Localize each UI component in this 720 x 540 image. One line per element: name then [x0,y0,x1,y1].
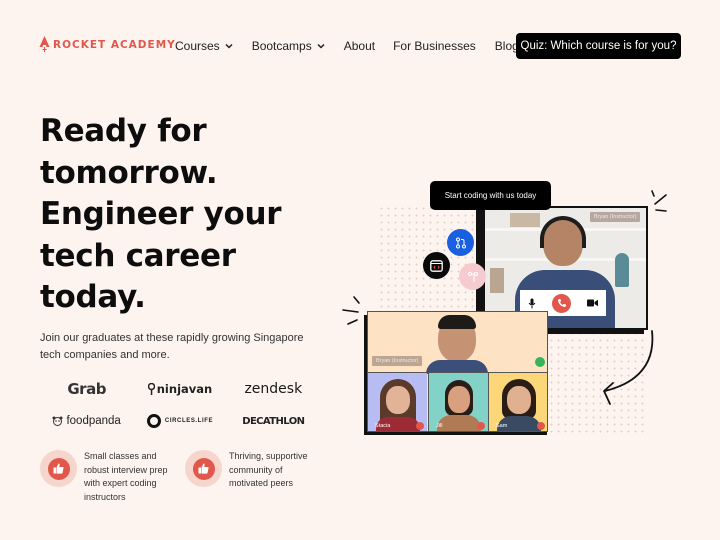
git-branch-icon [467,271,478,282]
feature-item: Small classes and robust interview prep … [40,450,185,504]
nav-item-label: Courses [175,39,220,53]
hero-subtext: Join our graduates at these rapidly grow… [40,332,304,361]
git-pull-request-icon [455,237,466,248]
hero-headline: Ready for tomorrow. Engineer your tech c… [40,111,282,319]
company-logo-ninjavan: ninjavan [133,382,226,396]
student-tile: Stacia [368,372,427,431]
feature-icon-badge [40,450,77,487]
headline-line: tomorrow. [40,154,218,191]
nav-item-about[interactable]: About [344,39,375,53]
nav-item-label: About [343,39,376,53]
video-camera-icon[interactable] [587,299,598,307]
feature-text: Thriving, supportive community of motiva… [229,451,308,488]
chevron-down-icon [317,43,325,49]
microphone-icon[interactable] [528,298,536,309]
feature-text: Small classes and robust interview prep … [84,451,168,502]
company-name: DECATHLON [242,415,305,427]
student-tile: Sam [488,372,547,431]
nav-menu: Courses Bootcamps About For Businesses B… [175,38,540,54]
instructor-hair [438,315,476,329]
sparkle-lines-icon [651,190,667,212]
student-name: Jill [436,423,443,429]
instructor-tile: Bryan (Instructor) [368,312,547,374]
company-logo-circles-life: CIRCLES.LIFE [133,414,226,428]
quiz-cta-button[interactable]: Quiz: Which course is for you? [516,33,681,59]
mic-muted-icon [416,422,424,430]
company-logo-zendesk: zendesk [227,381,320,397]
tooltip-start-coding: Start coding with us today [430,181,551,210]
thumbs-up-icon [198,463,209,474]
headline-line: tech career [40,237,236,274]
code-window-icon [430,259,443,272]
grid-instructor-tag: Bryan (Instructor) [372,356,423,366]
git-branch-bubble [459,263,486,290]
ninja-pin-icon [147,382,155,395]
git-pull-request-bubble [447,229,474,256]
company-name: foodpanda [66,415,121,427]
headline-line: Engineer your [40,196,282,232]
nav-item-label: Bootcamps [251,39,312,53]
thumbs-up-icon [53,463,64,474]
panda-icon [52,416,63,426]
instructor-name-tag: Bryan (Instructor) [590,212,641,222]
feature-item: Thriving, supportive community of motiva… [185,450,330,504]
company-logos: Grab ninjavan zendesk foodpanda CIRCLES.… [40,378,320,442]
company-logo-grab: Grab [40,380,133,398]
company-logo-decathlon: DECATHLON [227,416,320,427]
student-name: Sam [496,423,508,429]
circle-logo-icon [146,414,161,428]
logo[interactable]: ROCKET ACADEMY [39,36,176,53]
rocket-icon [39,36,50,52]
student-name: Stacia [375,423,391,429]
end-call-button[interactable] [552,293,571,313]
speaking-indicator-icon [535,357,545,367]
nav-item-courses[interactable]: Courses [175,39,233,53]
student-tile: Jill [428,372,488,431]
company-logo-foodpanda: foodpanda [40,415,133,427]
curved-arrow-icon [603,330,654,405]
company-name: zendesk [244,381,303,397]
company-name: Grab [67,380,106,398]
code-window-bubble [423,252,450,279]
chevron-down-icon [225,43,233,49]
logo-text: ROCKET ACADEMY [53,38,176,51]
nav-item-label: For Businesses [393,39,476,53]
features-list: Small classes and robust interview prep … [40,450,330,504]
company-name: ninjavan [156,382,213,396]
group-video-grid: Bryan (Instructor) Stacia Jill Sam [367,311,548,432]
headline-line: Ready for [40,113,207,149]
feature-icon-badge [185,450,222,487]
mic-muted-icon [537,422,545,430]
phone-icon [557,299,566,307]
nav-item-bootcamps[interactable]: Bootcamps [252,39,325,53]
nav-item-for-businesses[interactable]: For Businesses [393,39,476,53]
headline-line: today. [40,279,146,315]
top-nav: ROCKET ACADEMY Courses Bootcamps About F… [0,0,720,90]
mic-muted-icon [477,422,485,430]
company-name: CIRCLES.LIFE [164,418,214,424]
